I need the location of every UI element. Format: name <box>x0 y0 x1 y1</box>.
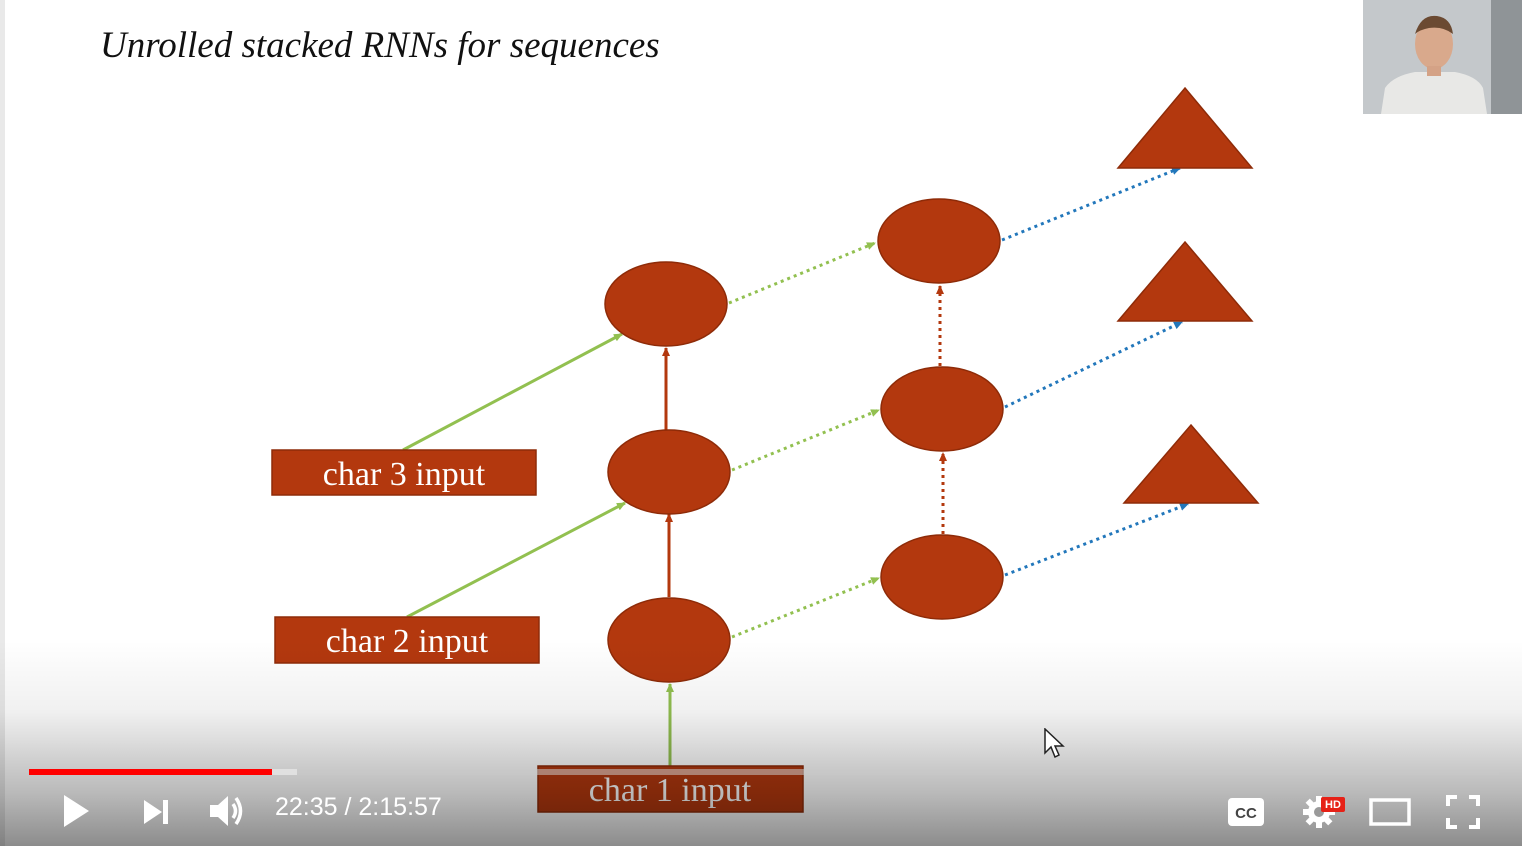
slide: Unrolled stacked RNNs for sequences char… <box>5 0 1522 846</box>
fullscreen-button[interactable] <box>1442 792 1484 832</box>
video-player[interactable]: Unrolled stacked RNNs for sequences char… <box>0 0 1522 846</box>
dotted-col2-top-to-output-1 <box>1001 166 1181 242</box>
rnn-node-col1-bottom <box>607 597 731 683</box>
progress-bar[interactable] <box>29 769 1499 775</box>
rnn-node-col2-top <box>877 198 1001 284</box>
play-icon <box>64 795 89 827</box>
theater-mode-icon <box>1369 798 1411 826</box>
fullscreen-icon <box>1446 795 1480 829</box>
input-label-char1: char 1 input <box>589 772 752 809</box>
volume-icon <box>210 796 243 826</box>
next-icon <box>144 800 168 824</box>
presenter-webcam <box>1363 0 1522 114</box>
rnn-node-col2-mid <box>880 366 1004 452</box>
input-label-char2: char 2 input <box>326 623 489 660</box>
play-button[interactable] <box>52 788 100 834</box>
output-triangle-3 <box>1122 423 1260 504</box>
theater-mode-button[interactable] <box>1366 794 1414 830</box>
next-button[interactable] <box>134 792 178 832</box>
dotted-col1-mid-to-col2-mid <box>731 408 880 472</box>
input-box-char3: char 3 input <box>271 449 537 496</box>
rnn-node-col1-top <box>604 261 728 347</box>
time-display: 22:35 / 2:15:57 <box>275 793 442 822</box>
arrow-char3-to-node <box>402 332 623 452</box>
time-total: 2:15:57 <box>358 793 442 821</box>
input-box-char2: char 2 input <box>274 616 540 664</box>
time-current: 22:35 <box>275 793 338 821</box>
svg-text:CC: CC <box>1235 805 1257 822</box>
presenter-figure <box>1363 0 1522 114</box>
output-triangle-2 <box>1116 240 1254 322</box>
output-triangle-1 <box>1116 86 1254 169</box>
dotted-col2-mid-to-output-2 <box>1004 320 1183 409</box>
captions-icon: CC <box>1228 798 1264 826</box>
dotted-col1-top-to-col2-top <box>728 241 876 305</box>
arrow-char2-to-node <box>406 501 626 619</box>
dotted-col1-bottom-to-col2-bottom <box>731 576 880 639</box>
rnn-diagram: char 3 input char 2 input char 1 input <box>271 86 1260 813</box>
dotted-col2-bottom-to-output-3 <box>1004 502 1189 577</box>
hd-badge: HD <box>1321 797 1345 812</box>
progress-played <box>29 769 272 775</box>
time-separator: / <box>337 793 359 821</box>
mouse-cursor-icon <box>1044 727 1066 765</box>
rnn-node-col2-bottom <box>880 534 1004 620</box>
input-label-char3: char 3 input <box>323 456 486 493</box>
rnn-node-col1-mid <box>607 429 731 515</box>
captions-button[interactable]: CC <box>1224 794 1268 830</box>
volume-button[interactable] <box>204 788 250 834</box>
